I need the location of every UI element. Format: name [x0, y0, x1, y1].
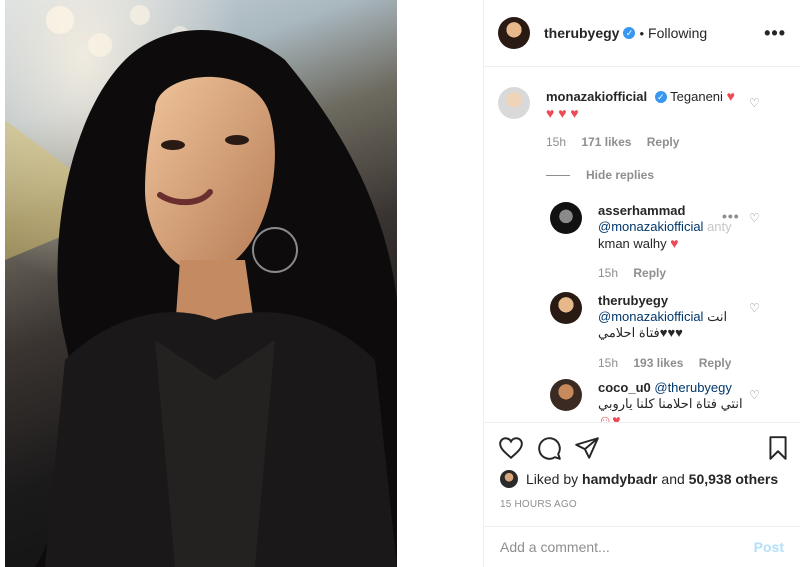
- replier-avatar[interactable]: [550, 202, 582, 234]
- comment-body: Teganeni: [670, 89, 723, 104]
- commenter-username[interactable]: monazakiofficial: [546, 89, 647, 104]
- verified-icon: ✓: [654, 91, 667, 103]
- heart-icon[interactable]: [498, 435, 524, 461]
- post-timestamp[interactable]: 15 HOURS AGO: [500, 499, 577, 510]
- share-icon[interactable]: [574, 435, 600, 461]
- reply-meta: 15h 193 likes Reply: [598, 356, 743, 370]
- reply-body-line2: kman walhy: [598, 236, 667, 251]
- others-count[interactable]: 50,938 others: [689, 471, 779, 487]
- comments-list[interactable]: monazakiofficial ✓ Teganeni ♥ ♥ ♥ ♥ 15h …: [484, 67, 800, 422]
- hide-replies-button[interactable]: Hide replies: [546, 168, 654, 182]
- reply-button[interactable]: Reply: [647, 135, 680, 149]
- replier-avatar[interactable]: [550, 292, 582, 324]
- author-avatar[interactable]: [498, 17, 530, 49]
- reply-text: therubyegy @monazakiofficial انت فتاة اح…: [598, 293, 738, 341]
- reply-body: انت: [707, 309, 728, 324]
- comment-likes[interactable]: 171 likes: [581, 135, 631, 149]
- like-heart-icon[interactable]: ♡: [749, 389, 761, 401]
- mention-link[interactable]: @therubyegy: [654, 380, 732, 395]
- more-options-icon[interactable]: •••: [722, 208, 740, 224]
- reply-item: coco_u0 @therubyegy انتي فتاة احلامنا كل…: [550, 379, 790, 422]
- liker-username[interactable]: hamdybadr: [582, 471, 657, 487]
- commenter-avatar[interactable]: [498, 87, 530, 119]
- reply-time: 15h: [598, 266, 619, 280]
- post-media: [0, 0, 483, 567]
- reply-item: therubyegy @monazakiofficial انت فتاة اح…: [550, 292, 790, 372]
- reply-text: coco_u0 @therubyegy انتي فتاة احلامنا كل…: [598, 380, 748, 422]
- following-button[interactable]: Following: [648, 25, 707, 41]
- like-heart-icon[interactable]: ♡: [749, 97, 761, 109]
- comment-time: 15h: [546, 135, 567, 149]
- post-header: therubyegy ✓ • Following •••: [484, 0, 800, 67]
- red-heart-icon: ♥: [726, 88, 735, 104]
- post-button[interactable]: Post: [754, 539, 784, 555]
- emoji-cutoff: ☺♥: [598, 412, 621, 422]
- portrait-illustration: [5, 0, 397, 567]
- reply-button[interactable]: Reply: [633, 266, 666, 280]
- like-heart-icon[interactable]: ♡: [749, 212, 761, 224]
- author-username[interactable]: therubyegy: [544, 25, 619, 41]
- reply-meta: 15h Reply: [598, 266, 678, 280]
- likes-summary: Liked by hamdybadr and 50,938 others: [500, 470, 778, 488]
- reply-likes[interactable]: 193 likes: [633, 356, 683, 370]
- red-hearts: ♥ ♥ ♥: [546, 105, 579, 121]
- liked-by-prefix: Liked by: [526, 471, 579, 487]
- comment-item: monazakiofficial ✓ Teganeni ♥ ♥ ♥ ♥ 15h …: [498, 87, 788, 157]
- red-heart-icon: ♥: [670, 235, 679, 251]
- more-options-icon[interactable]: •••: [764, 23, 786, 44]
- add-comment-bar: Post: [484, 526, 800, 567]
- verified-icon: ✓: [623, 27, 636, 39]
- reply-text: asserhammad @monazakiofficial anty kman …: [598, 203, 738, 252]
- replier-username[interactable]: coco_u0: [598, 380, 651, 395]
- comment-meta: 15h 171 likes Reply: [546, 135, 691, 149]
- comment-input[interactable]: [500, 539, 754, 555]
- mention-link[interactable]: @monazakiofficial: [598, 219, 703, 234]
- comment-text: monazakiofficial ✓ Teganeni ♥ ♥ ♥ ♥: [546, 88, 776, 122]
- mention-link[interactable]: @monazakiofficial: [598, 309, 703, 324]
- post-sidebar: therubyegy ✓ • Following ••• monazakioff…: [483, 0, 800, 567]
- reply-body-line2: فتاة احلامي♥♥♥: [598, 325, 683, 340]
- reply-body-line2: انتي فتاة احلامنا كلنا ياروبي: [598, 396, 743, 411]
- comment-icon[interactable]: [536, 435, 562, 461]
- instagram-post: therubyegy ✓ • Following ••• monazakioff…: [0, 0, 800, 567]
- liked-by-and: and: [661, 471, 685, 487]
- liker-avatar[interactable]: [500, 470, 518, 488]
- post-photo[interactable]: [5, 0, 397, 567]
- replier-username[interactable]: asserhammad: [598, 203, 685, 218]
- bookmark-icon[interactable]: [765, 435, 791, 461]
- divider-line: [546, 174, 570, 176]
- hide-replies-label: Hide replies: [586, 168, 655, 182]
- reply-item: asserhammad @monazakiofficial anty kman …: [550, 202, 790, 282]
- separator-dot: •: [639, 25, 645, 41]
- like-heart-icon[interactable]: ♡: [749, 302, 761, 314]
- reply-button[interactable]: Reply: [699, 356, 732, 370]
- reply-time: 15h: [598, 356, 619, 370]
- replier-avatar[interactable]: [550, 379, 582, 411]
- replier-username[interactable]: therubyegy: [598, 293, 668, 308]
